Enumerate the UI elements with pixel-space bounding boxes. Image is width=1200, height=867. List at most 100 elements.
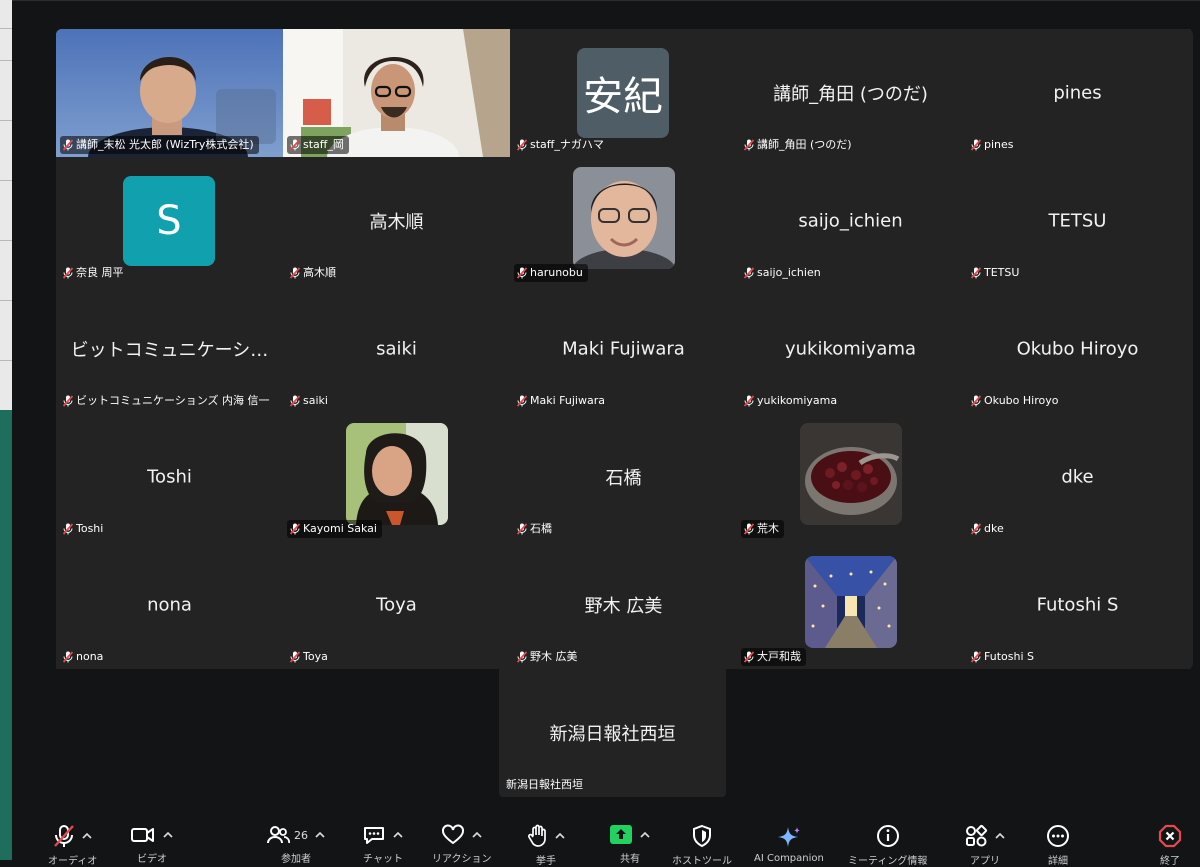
participant-photo	[572, 167, 675, 269]
participant-tile[interactable]: 石橋 石橋	[510, 413, 737, 541]
meeting-info-button[interactable]: ミーティング情報	[848, 824, 927, 867]
chevron-up-icon[interactable]	[392, 830, 404, 840]
participant-label: ビットコミュニケーションズ 内海 信一	[60, 392, 275, 410]
participant-name: ビットコミュニケーシ…	[70, 340, 269, 361]
participant-tile[interactable]: Toya Toya	[283, 541, 510, 669]
microphone-muted-icon	[744, 651, 754, 663]
chevron-up-icon[interactable]	[81, 831, 93, 841]
participant-name: 石橋	[605, 468, 642, 489]
participant-tile[interactable]: 新潟日報社西垣 新潟日報社西垣	[499, 669, 726, 797]
participant-label: 石橋	[514, 520, 557, 538]
participant-label: 大戸和哉	[741, 648, 806, 666]
meeting-window: 講師_末松 光太郎 (WizTry株式会社) staff_岡 安紀 staff_ナガハ…	[12, 0, 1200, 861]
participant-label: 新潟日報社西垣	[506, 778, 583, 791]
video-camera-icon	[131, 828, 154, 842]
participant-tile[interactable]: TETSU TETSU	[964, 157, 1191, 285]
desktop-background-strip	[0, 0, 12, 860]
participant-tile[interactable]: Maki Fujiwara Maki Fujiwara	[510, 285, 737, 413]
host-tools-button[interactable]: ホストツール	[672, 824, 732, 867]
participant-tile[interactable]: Toshi Toshi	[56, 413, 283, 541]
participant-name: 講師_角田 (つのだ)	[773, 84, 928, 105]
meeting-toolbar: オーディオ ビデオ 26 参加者 チャット リアクション 挙手 共有 ホストツー…	[12, 810, 1200, 867]
sparkle-icon	[777, 826, 800, 847]
participant-tile[interactable]: 高木順 高木順	[283, 157, 510, 285]
participant-tile[interactable]: S 奈良 周平	[56, 157, 283, 285]
participant-photo-frame	[804, 556, 897, 648]
participant-photo-frame	[345, 423, 448, 525]
participant-name: Toya	[376, 594, 417, 616]
microphone-muted-icon	[971, 523, 981, 535]
participant-tile[interactable]: ビットコミュニケーシ… ビットコミュニケーションズ 内海 信一	[56, 285, 283, 413]
participant-tile[interactable]: 安紀 staff_ナガハマ	[510, 29, 737, 157]
participant-name: 高木順	[369, 212, 424, 233]
chevron-up-icon[interactable]	[554, 831, 566, 841]
share-screen-icon	[610, 825, 632, 844]
chevron-up-icon[interactable]	[471, 830, 483, 840]
shield-icon	[693, 824, 711, 848]
participant-label: 講師_末松 光太郎 (WizTry株式会社)	[60, 136, 259, 154]
participant-name: Maki Fujiwara	[562, 338, 685, 360]
participant-tile[interactable]: 荒木	[737, 413, 964, 541]
participant-label: Kayomi Sakai	[287, 520, 382, 538]
apps-icon	[966, 824, 988, 847]
participant-tile[interactable]: dke dke	[964, 413, 1191, 541]
participant-name: saiki	[376, 338, 417, 360]
microphone-muted-icon	[517, 139, 527, 151]
participant-avatar: S	[123, 176, 215, 266]
participant-tile[interactable]: Futoshi S Futoshi S	[964, 541, 1191, 669]
microphone-muted-icon	[517, 267, 527, 279]
participant-tile[interactable]: Kayomi Sakai	[283, 413, 510, 541]
participant-tile[interactable]: Okubo Hiroyo Okubo Hiroyo	[964, 285, 1191, 413]
microphone-muted-icon	[290, 395, 300, 407]
apps-button[interactable]: アプリ	[964, 824, 1006, 867]
chevron-up-icon[interactable]	[314, 830, 326, 840]
video-button[interactable]: ビデオ	[130, 824, 174, 865]
participant-tile[interactable]: 野木 広美 野木 広美	[510, 541, 737, 669]
microphone-muted-icon	[517, 523, 527, 535]
microphone-muted-icon	[744, 267, 754, 279]
chat-button[interactable]: チャット	[362, 824, 404, 865]
microphone-muted-icon	[290, 139, 300, 151]
end-meeting-button[interactable]: 終了	[1158, 824, 1182, 867]
reactions-button[interactable]: リアクション	[432, 824, 492, 865]
participant-label: Futoshi S	[968, 648, 1039, 666]
chevron-up-icon[interactable]	[639, 830, 651, 840]
participant-label: 講師_角田 (つのだ)	[741, 136, 857, 154]
participant-photo-frame	[572, 167, 675, 269]
participant-label: 高木順	[287, 264, 341, 282]
microphone-muted-icon	[63, 267, 73, 279]
share-button[interactable]: 共有	[609, 824, 651, 865]
participant-label: staff_ナガハマ	[514, 136, 609, 154]
participant-label: yukikomiyama	[741, 392, 842, 410]
participant-photo-frame	[799, 423, 902, 525]
participant-tile[interactable]: harunobu	[510, 157, 737, 285]
participant-tile[interactable]: nona nona	[56, 541, 283, 669]
participant-tile[interactable]: saijo_ichien saijo_ichien	[737, 157, 964, 285]
participant-tile[interactable]: yukikomiyama yukikomiyama	[737, 285, 964, 413]
ai-companion-button[interactable]: AI Companion	[754, 824, 824, 864]
participant-tile[interactable]: pines pines	[964, 29, 1191, 157]
microphone-muted-icon	[290, 267, 300, 279]
participant-name: Futoshi S	[1036, 594, 1119, 616]
participant-tile[interactable]: saiki saiki	[283, 285, 510, 413]
raise-hand-button[interactable]: 挙手	[526, 824, 566, 867]
participant-name: saijo_ichien	[798, 210, 903, 232]
participant-name: nona	[147, 594, 192, 616]
participant-tile[interactable]: 大戸和哉	[737, 541, 964, 669]
participant-photo	[345, 423, 448, 525]
microphone-muted-icon	[744, 395, 754, 407]
participant-tile[interactable]: staff_岡	[283, 29, 510, 157]
participant-label: saijo_ichien	[741, 264, 826, 282]
participant-tile[interactable]: 講師_角田 (つのだ) 講師_角田 (つのだ)	[737, 29, 964, 157]
audio-button[interactable]: オーディオ	[48, 824, 97, 867]
participant-label: Maki Fujiwara	[514, 392, 610, 410]
chevron-up-icon[interactable]	[162, 830, 174, 840]
more-dots-icon	[1047, 825, 1069, 847]
more-button[interactable]: 詳細	[1046, 824, 1070, 867]
participant-tile[interactable]: 講師_末松 光太郎 (WizTry株式会社)	[56, 29, 283, 157]
participants-button[interactable]: 26 参加者	[266, 824, 326, 865]
participant-label: 野木 広美	[514, 648, 583, 666]
microphone-muted-icon	[744, 139, 754, 151]
chevron-up-icon[interactable]	[994, 831, 1006, 841]
participant-name: pines	[1053, 82, 1102, 104]
